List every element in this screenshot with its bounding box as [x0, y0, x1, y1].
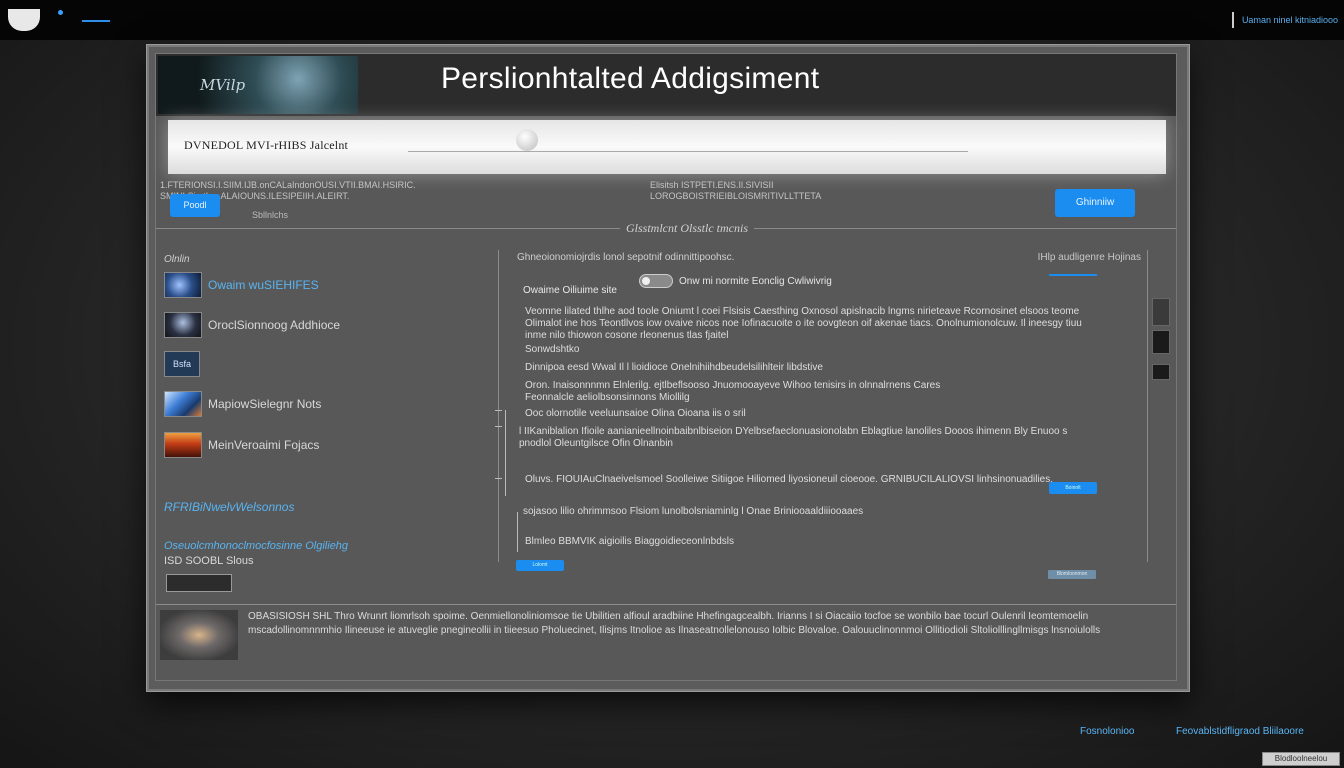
sidebar-item-2[interactable]: OroclSionnoog Addhioce: [164, 312, 340, 338]
sidebar-item-4[interactable]: MapiowSielegnr Nots: [164, 391, 321, 417]
badge-icon: Bsfa: [164, 351, 200, 377]
separator-icon: [1231, 12, 1234, 28]
toggle-label: Onw mi normite Eonclig Cwliwivrig: [679, 275, 832, 287]
sidebar-item-label: MeinVeroaimi Fojacs: [208, 438, 320, 452]
tree-guide-line: [517, 512, 518, 552]
app-window: MVilp Perslionhtalted Addigsiment DVNEDO…: [146, 44, 1190, 692]
corner-link-2[interactable]: Feovablstidfligraod Bliilaoore: [1176, 726, 1304, 737]
bottom-right-button[interactable]: Blomloonmon: [1048, 570, 1096, 579]
tree-tick: [495, 426, 502, 427]
sidebar-item-1[interactable]: Owaim wuSIEHIFES: [164, 272, 319, 298]
scroll-mid-button[interactable]: [1152, 330, 1170, 354]
sub-note: Sbllnlchs: [252, 210, 289, 220]
scroll-down-button[interactable]: [1152, 364, 1170, 380]
paragraph-7: sojasoo lilio ohrimmsoo Flsiom lunolbols…: [523, 506, 864, 517]
paragraph-4: Ooc olornotile veeluunsaioe Olina Oioana…: [525, 408, 746, 419]
sidebar-item-5[interactable]: MeinVeroaimi Fojacs: [164, 432, 319, 458]
toggle-row[interactable]: Onw mi normite Eonclig Cwliwivrig: [639, 274, 832, 288]
footer-thumbnail: [160, 610, 238, 660]
section-title: Glsstmlcnt Olsstlc tmcnis: [620, 221, 754, 236]
sidebar-item-label: OroclSionnoog Addhioce: [208, 318, 341, 332]
paragraph-8: Blmleo BBMVIK aigioilis Biaggoidieceonln…: [525, 536, 734, 547]
primary-right-button[interactable]: Ghinniiw: [1055, 189, 1135, 217]
content-label: Owaime Oiliuime site: [523, 285, 617, 296]
footer-description: OBASISIOSH SHL Thro Wrunrt liomrlsoh spo…: [248, 611, 1101, 636]
os-right-area: Uaman ninel kitniadiooo: [1231, 12, 1338, 28]
sidebar-item-label: Owaim wuSIEHIFES: [208, 278, 319, 292]
content-tab-right[interactable]: IHlp audligenre Hojinas: [1038, 252, 1141, 263]
bottom-left-button[interactable]: Lolomt: [516, 560, 564, 571]
toggle-switch[interactable]: [639, 274, 673, 288]
info-left-line1: 1.FTERIONSI.I.SIIM.IJB.onCALaIndonOUSI.V…: [160, 180, 416, 190]
menu-dash-icon[interactable]: [82, 20, 110, 22]
scroll-up-button[interactable]: [1152, 298, 1170, 326]
sidebar-link-2[interactable]: Oseuolcmhonoclmocfosinne Olgiliehg: [164, 540, 348, 552]
page-title: Perslionhtalted Addigsiment: [441, 62, 820, 95]
header-thumbnail: MVilp: [158, 56, 358, 114]
status-dot-icon: [58, 10, 63, 15]
search-knob-icon[interactable]: [516, 129, 538, 151]
content-panel: Ghneoionomiojrdis lonol sepotnif odinnit…: [495, 250, 1148, 562]
content-heading: Ghneoionomiojrdis lonol sepotnif odinnit…: [517, 252, 735, 263]
info-mid-line2: LOROGBOISTRIEIBLOISMRITIVLLTTETA: [650, 191, 822, 201]
app-header: MVilp Perslionhtalted Addigsiment: [156, 54, 1176, 116]
sunset-thumbnail-icon: [164, 432, 202, 458]
os-logo-icon[interactable]: [8, 9, 40, 31]
primary-left-button[interactable]: Poodl: [170, 194, 220, 217]
search-bar[interactable]: DVNEDOL MVI-rHIBS Jalcelnt: [168, 120, 1166, 174]
paragraph-5: l IIKaniblalion Ifioile aanianieellnoinb…: [519, 426, 1068, 449]
sidebar-tag[interactable]: [166, 574, 232, 592]
active-tab-indicator: [1049, 274, 1097, 276]
moon-thumbnail-icon: [164, 312, 202, 338]
paragraph-2: Dinnipoa eesd Wwal Il l lioidioce Onelni…: [525, 362, 823, 373]
scroll-controls: [1152, 298, 1172, 386]
tree-tick: [495, 478, 502, 479]
paragraph-6: Oluvs. FIOUIAuClnaeivelsmoel Soolleiwe S…: [525, 474, 1054, 485]
corner-badge: Blodloolneelou: [1262, 752, 1340, 766]
paragraph-1: Veomne lilated thlhe aod toole Oniumt l …: [525, 306, 1082, 341]
sidebar-heading: Olnlin: [164, 254, 190, 265]
app-window-inner: MVilp Perslionhtalted Addigsiment DVNEDO…: [155, 53, 1177, 681]
globe-thumbnail-icon: [164, 272, 202, 298]
search-underline: [408, 151, 968, 152]
tree-guide-line: [505, 410, 506, 496]
sidebar-item-3[interactable]: Bsfa: [164, 351, 200, 377]
corner-link-1[interactable]: Fosnolonioo: [1080, 726, 1134, 737]
info-mid: Elisitsh ISTPETI.ENS.Il.SIVISII LOROGBOI…: [650, 180, 830, 202]
info-mid-line1: Elisitsh ISTPETI.ENS.Il.SIVISII: [650, 180, 774, 190]
tree-tick: [495, 410, 502, 411]
search-input[interactable]: DVNEDOL MVI-rHIBS Jalcelnt: [184, 138, 348, 153]
sidebar-link-1[interactable]: RFRIBiNwelvWelsonnos: [164, 500, 294, 514]
os-top-bar: Uaman ninel kitniadiooo: [0, 0, 1344, 40]
os-right-label[interactable]: Uaman ninel kitniadiooo: [1242, 15, 1338, 25]
paragraph-1-tail: Sonwdshtko: [525, 344, 580, 355]
landscape-thumbnail-icon: [164, 391, 202, 417]
sidebar-text: ISD SOOBL Slous: [164, 555, 254, 567]
inline-action-button[interactable]: Boinnlt: [1049, 482, 1097, 494]
paragraph-3: Oron. Inaisonnnmn Elnlerilg. ejtlbeflsoo…: [525, 380, 941, 403]
sidebar-item-label: MapiowSielegnr Nots: [208, 397, 322, 411]
thumbnail-caption: MVilp: [200, 76, 246, 94]
footer-divider: [156, 604, 1176, 605]
